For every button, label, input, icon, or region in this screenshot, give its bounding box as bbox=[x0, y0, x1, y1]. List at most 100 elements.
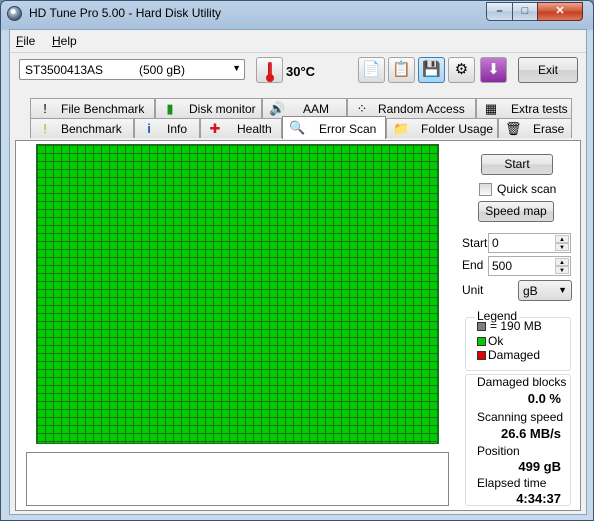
tab-extra-tests-label: Extra tests bbox=[511, 102, 568, 116]
start-scan-button[interactable]: Start bbox=[481, 154, 553, 175]
scan-log-box[interactable] bbox=[26, 452, 449, 506]
copy-text-icon: 📄 bbox=[362, 61, 381, 78]
tab-disk-monitor-label: Disk monitor bbox=[189, 102, 256, 116]
tab-health[interactable]: ✚ Health bbox=[200, 118, 282, 138]
end-position-spinner[interactable]: 500 ▲ ▼ bbox=[488, 256, 571, 276]
client-area: File Help ST3500413AS (500 gB) ▼ 30°C 📄 … bbox=[9, 29, 587, 515]
tab-error-scan-label: Error Scan bbox=[319, 122, 377, 136]
ok-label: Ok bbox=[488, 334, 504, 348]
options-button[interactable]: ⚙ bbox=[448, 57, 475, 83]
drive-size: (500 gB) bbox=[139, 63, 186, 77]
temperature-readout: 30°C bbox=[286, 64, 315, 79]
tab-extra-tests[interactable]: ▦ Extra tests bbox=[476, 98, 572, 118]
menu-file-label: ile bbox=[23, 34, 36, 48]
tab-disk-monitor[interactable]: ▮ Disk monitor bbox=[155, 98, 262, 118]
quick-scan-checkbox[interactable] bbox=[479, 183, 492, 196]
copy-image-button[interactable]: 📋 bbox=[388, 57, 415, 83]
menu-help-label: elp bbox=[60, 34, 77, 48]
tab-benchmark[interactable]: ! Benchmark bbox=[30, 118, 134, 138]
end-position-value: 500 bbox=[492, 259, 513, 273]
block-size-swatch bbox=[477, 322, 486, 331]
menu-divider bbox=[10, 52, 586, 53]
tab-folder-usage[interactable]: 📁 Folder Usage bbox=[386, 118, 498, 138]
thermometer-bulb bbox=[266, 74, 274, 82]
menu-file[interactable]: File bbox=[16, 34, 35, 48]
block-map-grid bbox=[36, 144, 439, 444]
tab-info-label: Info bbox=[167, 122, 188, 136]
scanning-speed-value: 26.6 MB/s bbox=[501, 426, 561, 441]
copy-text-button[interactable]: 📄 bbox=[358, 57, 385, 83]
exit-button[interactable]: Exit bbox=[518, 57, 578, 83]
menu-bar: File Help bbox=[10, 30, 586, 52]
tab-aam-label: AAM bbox=[303, 102, 330, 116]
unit-value: gB bbox=[523, 284, 538, 298]
speaker-icon: 🔊 bbox=[269, 101, 286, 116]
damaged-blocks-label: Damaged blocks bbox=[477, 375, 567, 389]
tab-file-benchmark[interactable]: ! File Benchmark bbox=[30, 98, 155, 118]
end-position-label: End bbox=[462, 258, 484, 272]
tab-health-label: Health bbox=[237, 122, 272, 136]
chevron-down-icon: ▼ bbox=[558, 285, 567, 295]
download-icon: ⬇ bbox=[487, 61, 500, 78]
save-icon: 💾 bbox=[422, 61, 441, 78]
position-value: 499 gB bbox=[518, 459, 561, 474]
position-label: Position bbox=[477, 444, 520, 458]
damaged-swatch bbox=[477, 351, 486, 360]
elapsed-time-value: 4:34:37 bbox=[516, 491, 561, 506]
file-benchmark-icon: ! bbox=[43, 101, 47, 116]
start-position-value: 0 bbox=[492, 236, 499, 250]
download-button[interactable]: ⬇ bbox=[480, 57, 507, 83]
block-size-label: = 190 MB bbox=[490, 319, 542, 333]
title-bar[interactable]: HD Tune Pro 5.00 - Hard Disk Utility – □… bbox=[1, 1, 593, 28]
chevron-down-icon: ▼ bbox=[232, 63, 241, 73]
close-button[interactable]: ✕ bbox=[537, 2, 583, 21]
drive-select[interactable]: ST3500413AS (500 gB) ▼ bbox=[19, 59, 245, 80]
tab-random-access[interactable]: ⁘ Random Access bbox=[347, 98, 476, 118]
app-disk-icon bbox=[7, 6, 22, 21]
ok-swatch bbox=[477, 337, 486, 346]
benchmark-icon: ! bbox=[43, 121, 47, 136]
unit-label: Unit bbox=[462, 283, 484, 297]
menu-help[interactable]: Help bbox=[52, 34, 77, 48]
spin-down-icon[interactable]: ▼ bbox=[555, 266, 569, 274]
copy-image-icon: 📋 bbox=[392, 61, 411, 78]
minimize-button[interactable]: – bbox=[486, 2, 513, 21]
extra-tests-icon: ▦ bbox=[484, 101, 498, 116]
spin-up-icon[interactable]: ▲ bbox=[555, 235, 569, 243]
save-button[interactable]: 💾 bbox=[418, 57, 445, 83]
tab-info[interactable]: i Info bbox=[134, 118, 200, 138]
tab-erase[interactable]: 🗑 Erase bbox=[498, 118, 572, 138]
temperature-unit: °C bbox=[300, 64, 316, 79]
start-position-spinner[interactable]: 0 ▲ ▼ bbox=[488, 233, 571, 253]
temperature-button[interactable] bbox=[256, 57, 283, 83]
scanning-speed-label: Scanning speed bbox=[477, 410, 564, 424]
drive-name: ST3500413AS bbox=[25, 63, 104, 77]
app-window: HD Tune Pro 5.00 - Hard Disk Utility – □… bbox=[0, 0, 594, 521]
elapsed-time-label: Elapsed time bbox=[477, 476, 547, 490]
spin-up-icon[interactable]: ▲ bbox=[555, 258, 569, 266]
folder-icon: 📁 bbox=[393, 121, 410, 136]
menu-help-mnemonic: H bbox=[52, 34, 61, 48]
info-icon: i bbox=[147, 121, 151, 136]
magnifier-icon: 🔍 bbox=[289, 120, 306, 135]
options-gears-icon: ⚙ bbox=[454, 61, 469, 78]
maximize-button[interactable]: □ bbox=[512, 2, 538, 21]
disk-monitor-icon: ▮ bbox=[166, 101, 174, 116]
trash-icon: 🗑 bbox=[505, 121, 522, 136]
unit-select[interactable]: gB ▼ bbox=[518, 280, 572, 301]
quick-scan-label: Quick scan bbox=[497, 182, 557, 196]
spin-down-icon[interactable]: ▼ bbox=[555, 243, 569, 251]
tab-folder-usage-label: Folder Usage bbox=[421, 122, 494, 136]
speed-map-button[interactable]: Speed map bbox=[478, 201, 554, 222]
damaged-blocks-value: 0.0 % bbox=[527, 391, 561, 406]
tab-random-access-label: Random Access bbox=[378, 102, 465, 116]
random-access-icon: ⁘ bbox=[356, 101, 368, 116]
tab-file-benchmark-label: File Benchmark bbox=[61, 102, 145, 116]
error-scan-panel: Start Quick scan Speed map Start 0 ▲ ▼ E… bbox=[15, 140, 581, 511]
tab-error-scan[interactable]: 🔍 Error Scan bbox=[282, 116, 386, 139]
start-position-label: Start bbox=[462, 236, 488, 250]
health-cross-icon: ✚ bbox=[209, 121, 221, 136]
window-title: HD Tune Pro 5.00 - Hard Disk Utility bbox=[29, 6, 222, 20]
tab-aam[interactable]: 🔊 AAM bbox=[262, 98, 347, 118]
tab-erase-label: Erase bbox=[533, 122, 565, 136]
